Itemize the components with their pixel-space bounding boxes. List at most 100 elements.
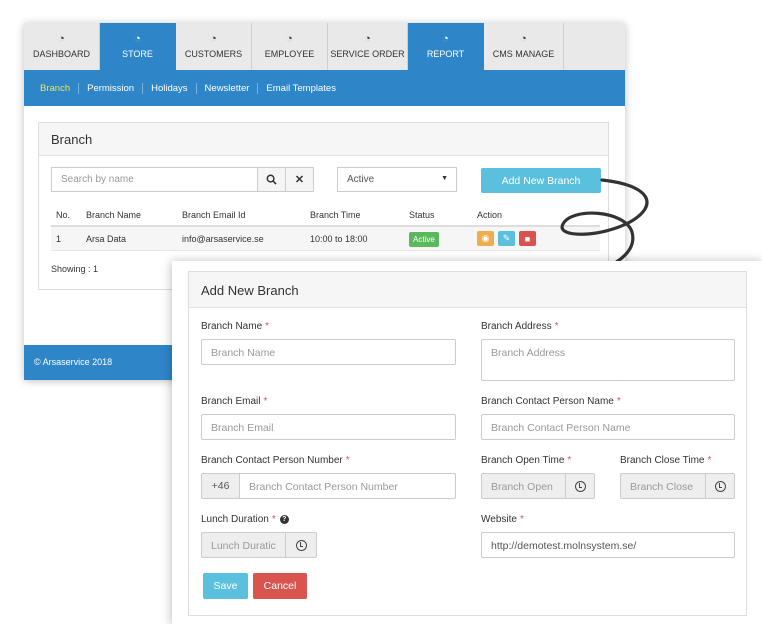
sub-navigation: Branch Permission Holidays Newsletter Em… <box>24 70 625 106</box>
add-new-branch-button[interactable]: Add New Branch <box>481 168 601 193</box>
tab-report[interactable]: ◔ REPORT <box>408 23 484 70</box>
tab-employee[interactable]: ◔ EMPLOYEE <box>252 23 328 70</box>
dashboard-icon: ◔ <box>364 33 371 45</box>
lunch-duration-picker-button[interactable] <box>285 532 317 558</box>
label-text: Branch Contact Person Number <box>201 455 343 466</box>
help-icon[interactable]: ? <box>279 514 289 524</box>
dashboard-icon: ◔ <box>286 33 293 45</box>
clock-icon <box>714 480 726 492</box>
tab-dashboard[interactable]: ◔ DASHBOARD <box>24 23 100 70</box>
cancel-button[interactable]: Cancel <box>253 573 307 599</box>
edit-button[interactable]: ✎ <box>498 231 515 246</box>
contact-person-number-label: Branch Contact Person Number * <box>201 455 350 466</box>
status-filter-value: Active <box>347 174 375 185</box>
cell-actions: ◉ ✎ ■ <box>477 231 597 246</box>
trash-icon: ■ <box>524 233 531 244</box>
branch-email-input[interactable]: Branch Email <box>201 414 456 440</box>
clock-icon <box>295 539 307 551</box>
label-text: Lunch Duration <box>201 514 269 525</box>
website-input[interactable]: http://demotest.molnsystem.se/ <box>481 532 735 558</box>
branch-name-label: Branch Name * <box>201 321 269 332</box>
lunch-duration-input[interactable]: Lunch Duratic <box>201 532 286 558</box>
column-header: Status <box>409 210 435 220</box>
tab-label: CMS MANAGE <box>492 49 555 59</box>
save-button[interactable]: Save <box>203 573 248 599</box>
dashboard-icon: ◔ <box>442 33 449 45</box>
branch-address-label: Branch Address * <box>481 321 559 332</box>
contact-person-number-input[interactable]: Branch Contact Person Number <box>239 473 456 499</box>
column-header: Action <box>477 210 503 220</box>
contact-person-name-input[interactable]: Branch Contact Person Name <box>481 414 735 440</box>
top-navigation: ◔ DASHBOARD ◔ STORE ◔ CUSTOMERS ◔ EMPLOY… <box>24 23 625 70</box>
status-badge: Active <box>409 231 439 247</box>
tab-customers[interactable]: ◔ CUSTOMERS <box>176 23 252 70</box>
required-mark: * <box>271 514 276 525</box>
subnav-holidays[interactable]: Holidays <box>143 82 197 94</box>
delete-button[interactable]: ■ <box>519 231 536 246</box>
clock-icon <box>574 480 586 492</box>
subnav-branch[interactable]: Branch <box>32 82 80 94</box>
search-group: Search by name ✕ <box>51 167 314 192</box>
column-header: No. <box>56 210 71 220</box>
search-input[interactable]: Search by name <box>51 167 258 192</box>
tab-store[interactable]: ◔ STORE <box>100 23 176 70</box>
tab-cms-manage[interactable]: ◔ CMS MANAGE <box>484 23 564 70</box>
close-time-picker-button[interactable] <box>705 473 735 499</box>
label-text: Website <box>481 514 517 525</box>
cell-branch-email: info@arsaservice.se <box>182 233 264 244</box>
column-header: Branch Time <box>310 210 361 220</box>
subnav-permission[interactable]: Permission <box>79 82 144 94</box>
subnav-newsletter[interactable]: Newsletter <box>197 82 259 94</box>
required-mark: * <box>265 321 270 332</box>
table-header-row: No. Branch Name Branch Email Id Branch T… <box>51 205 600 227</box>
tab-service-order[interactable]: ◔ SERVICE ORDER <box>328 23 408 70</box>
close-time-input[interactable]: Branch Close <box>620 473 706 499</box>
required-mark: * <box>707 455 712 466</box>
cell-no: 1 <box>56 233 62 244</box>
showing-count: Showing : 1 <box>51 264 99 274</box>
tab-label: STORE <box>122 49 153 59</box>
status-filter-select[interactable]: Active ▼ <box>337 167 457 192</box>
column-header: Branch Email Id <box>182 210 246 220</box>
open-time-input[interactable]: Branch Open <box>481 473 566 499</box>
branch-email-label: Branch Email * <box>201 396 267 407</box>
search-icon <box>266 174 277 185</box>
edit-icon: ✎ <box>502 233 511 243</box>
eye-icon: ◉ <box>481 233 490 243</box>
branch-table: No. Branch Name Branch Email Id Branch T… <box>51 205 600 251</box>
close-icon: ✕ <box>294 174 305 186</box>
required-mark: * <box>567 455 572 466</box>
subnav-email-templates[interactable]: Email Templates <box>258 83 344 94</box>
chevron-down-icon: ▼ <box>441 175 448 182</box>
label-text: Branch Email <box>201 396 261 407</box>
branch-address-textarea[interactable]: Branch Address <box>481 339 735 381</box>
required-mark: * <box>554 321 559 332</box>
tab-label: CUSTOMERS <box>184 49 243 59</box>
search-button[interactable] <box>258 167 286 192</box>
clear-search-button[interactable]: ✕ <box>286 167 314 192</box>
dashboard-icon: ◔ <box>520 33 527 45</box>
required-mark: * <box>616 396 621 407</box>
dashboard-icon: ◔ <box>210 33 217 45</box>
required-mark: * <box>345 455 350 466</box>
website-label: Website * <box>481 514 524 525</box>
phone-prefix: +46 <box>201 473 240 499</box>
close-time-label: Branch Close Time * <box>620 455 711 466</box>
open-time-picker-button[interactable] <box>565 473 595 499</box>
cell-branch-name: Arsa Data <box>86 233 127 244</box>
tab-label: SERVICE ORDER <box>330 49 405 59</box>
view-button[interactable]: ◉ <box>477 231 494 246</box>
label-text: Branch Name <box>201 321 263 332</box>
contact-person-name-label: Branch Contact Person Name * <box>481 396 621 407</box>
label-text: Branch Address <box>481 321 552 332</box>
label-text: Branch Open Time <box>481 455 565 466</box>
dashboard-icon: ◔ <box>58 33 65 45</box>
cell-status: Active <box>409 231 477 247</box>
lunch-duration-label: Lunch Duration *? <box>201 514 289 525</box>
add-branch-window: Add New Branch Branch Name * Branch Name … <box>172 261 762 624</box>
panel-title: Branch <box>39 123 608 156</box>
branch-name-input[interactable]: Branch Name <box>201 339 456 365</box>
table-row: 1 Arsa Data info@arsaservice.se 10:00 to… <box>51 227 600 251</box>
add-branch-form: Add New Branch Branch Name * Branch Name … <box>188 271 747 616</box>
required-mark: * <box>263 396 268 407</box>
